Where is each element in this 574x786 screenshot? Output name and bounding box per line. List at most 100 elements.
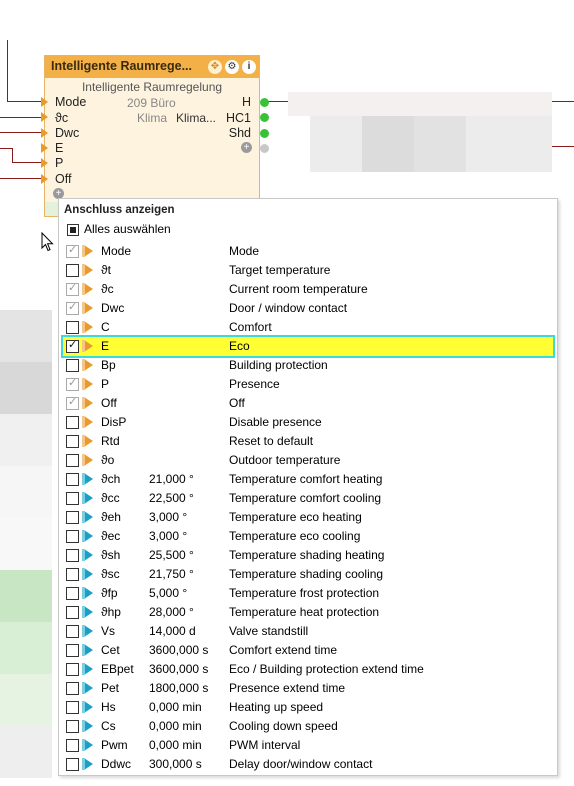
row-description: Current room temperature bbox=[229, 282, 368, 296]
info-icon[interactable]: i bbox=[242, 60, 256, 74]
move-icon[interactable]: ✥ bbox=[208, 60, 222, 74]
row-checkbox[interactable] bbox=[66, 701, 79, 714]
connection-row[interactable]: Bp Building protection bbox=[63, 356, 553, 375]
row-abbreviation: ϑo bbox=[101, 453, 115, 467]
parameter-type-icon bbox=[82, 720, 93, 732]
connection-row[interactable]: ϑsh 25,500 ° Temperature shading heating bbox=[63, 546, 553, 565]
connection-row[interactable]: ✓ Dwc Door / window contact bbox=[63, 299, 553, 318]
checkmark-icon: ✓ bbox=[68, 282, 78, 294]
row-abbreviation: EBpet bbox=[101, 662, 134, 676]
row-checkbox[interactable]: ✓ bbox=[66, 377, 79, 391]
input-pin-temp[interactable] bbox=[41, 112, 48, 122]
add-output-icon[interactable]: + bbox=[241, 142, 252, 153]
row-checkbox[interactable]: ✓ bbox=[66, 396, 79, 410]
logic-node-block[interactable]: Intelligente Raumrege... ✥ ⚙ i Intellige… bbox=[41, 55, 269, 217]
row-checkbox[interactable] bbox=[66, 321, 79, 334]
connection-row[interactable]: C Comfort bbox=[63, 318, 553, 337]
input-pin-p[interactable] bbox=[41, 158, 48, 168]
output-pin-h[interactable] bbox=[260, 98, 269, 107]
row-checkbox[interactable] bbox=[66, 568, 79, 581]
connection-row[interactable]: ϑfp 5,000 ° Temperature frost protection bbox=[63, 584, 553, 603]
row-checkbox[interactable] bbox=[66, 644, 79, 657]
parameter-type-icon bbox=[82, 701, 93, 713]
wire-e-h bbox=[0, 148, 13, 149]
connection-row[interactable]: ϑeh 3,000 ° Temperature eco heating bbox=[63, 508, 553, 527]
row-checkbox[interactable] bbox=[66, 435, 79, 448]
row-checkbox[interactable] bbox=[66, 264, 79, 277]
output-pin-hc1[interactable] bbox=[260, 113, 269, 122]
connection-row[interactable]: ✓ P Presence bbox=[63, 375, 553, 394]
connection-row[interactable]: EBpet 3600,000 s Eco / Building protection… bbox=[63, 660, 553, 679]
background-block bbox=[0, 518, 52, 570]
row-checkbox[interactable]: ✓ bbox=[66, 282, 79, 296]
input-pin-dwc[interactable] bbox=[41, 128, 48, 138]
output-pin-empty[interactable] bbox=[260, 144, 269, 153]
mouse-cursor-icon bbox=[41, 232, 54, 252]
row-value: 300,000 s bbox=[149, 757, 202, 771]
connection-row[interactable]: DisP Disable presence bbox=[63, 413, 553, 432]
connection-row[interactable]: Cet 3600,000 s Comfort extend time bbox=[63, 641, 553, 660]
row-checkbox[interactable] bbox=[66, 739, 79, 752]
row-checkbox[interactable] bbox=[66, 473, 79, 486]
row-description: Comfort extend time bbox=[229, 643, 338, 657]
parameter-type-icon bbox=[82, 739, 93, 751]
connection-row[interactable]: Hs 0,000 min Heating up speed bbox=[63, 698, 553, 717]
connection-row[interactable]: Vs 14,000 d Valve standstill bbox=[63, 622, 553, 641]
connection-row[interactable]: ✓ E Eco bbox=[61, 335, 555, 358]
connection-row[interactable]: Pwm 0,000 min PWM interval bbox=[63, 736, 553, 755]
gear-icon[interactable]: ⚙ bbox=[225, 60, 239, 74]
row-checkbox[interactable] bbox=[66, 625, 79, 638]
row-checkbox[interactable] bbox=[66, 416, 79, 429]
connection-row[interactable]: ϑo Outdoor temperature bbox=[63, 451, 553, 470]
row-checkbox[interactable] bbox=[66, 511, 79, 524]
input-pin-off[interactable] bbox=[41, 174, 48, 184]
row-checkbox[interactable] bbox=[66, 606, 79, 619]
row-checkbox[interactable]: ✓ bbox=[66, 301, 79, 315]
row-checkbox[interactable]: ✓ bbox=[66, 339, 79, 353]
row-checkbox[interactable] bbox=[66, 720, 79, 733]
checkmark-icon: ✓ bbox=[68, 301, 78, 313]
row-description: Presence bbox=[229, 377, 280, 391]
node-header[interactable]: Intelligente Raumrege... ✥ ⚙ i bbox=[45, 56, 259, 78]
row-checkbox[interactable] bbox=[66, 454, 79, 467]
connection-row[interactable]: ϑhp 28,000 ° Temperature heat protection bbox=[63, 603, 553, 622]
input-pin-mode[interactable] bbox=[41, 97, 48, 107]
row-checkbox[interactable] bbox=[66, 492, 79, 505]
connection-row[interactable]: ϑec 3,000 ° Temperature eco cooling bbox=[63, 527, 553, 546]
row-checkbox[interactable] bbox=[66, 663, 79, 676]
input-type-icon bbox=[82, 340, 93, 352]
output-pin-shd[interactable] bbox=[260, 129, 269, 138]
connection-row[interactable]: Cs 0,000 min Cooling down speed bbox=[63, 717, 553, 736]
row-checkbox[interactable] bbox=[66, 758, 79, 771]
connection-row[interactable]: ϑt Target temperature bbox=[63, 261, 553, 280]
node-subtitle: Intelligente Raumregelung bbox=[81, 80, 223, 94]
connection-row[interactable]: ϑsc 21,750 ° Temperature shading cooling bbox=[63, 565, 553, 584]
select-all-label: Alles auswählen bbox=[84, 222, 171, 236]
row-abbreviation: P bbox=[101, 377, 110, 391]
connection-row[interactable]: ✓ ϑc Current room temperature bbox=[63, 280, 553, 299]
connection-row[interactable]: ✓ Off Off bbox=[63, 394, 553, 413]
row-checkbox[interactable] bbox=[66, 549, 79, 562]
connection-row[interactable]: ϑcc 22,500 ° Temperature comfort cooling bbox=[63, 489, 553, 508]
input-type-icon bbox=[82, 302, 93, 314]
connection-row[interactable]: Rtd Reset to default bbox=[63, 432, 553, 451]
connection-row[interactable]: Ddwc 300,000 s Delay door/window contact bbox=[63, 755, 553, 774]
input-pin-e[interactable] bbox=[41, 143, 48, 153]
row-abbreviation: Cet bbox=[101, 643, 120, 657]
connection-row[interactable]: ✓ Mode Mode bbox=[63, 242, 553, 261]
select-all-checkbox[interactable] bbox=[67, 224, 79, 236]
row-description: Presence extend time bbox=[229, 681, 346, 695]
row-abbreviation: Mode bbox=[101, 244, 132, 258]
row-checkbox[interactable] bbox=[66, 359, 79, 372]
node-input-value-secondary: Klima... bbox=[176, 111, 217, 125]
row-checkbox[interactable] bbox=[66, 682, 79, 695]
row-value: 14,000 d bbox=[149, 624, 196, 638]
row-checkbox[interactable]: ✓ bbox=[66, 244, 79, 258]
row-checkbox[interactable] bbox=[66, 587, 79, 600]
row-checkbox[interactable] bbox=[66, 530, 79, 543]
connection-row[interactable]: ϑch 21,000 ° Temperature comfort heating bbox=[63, 470, 553, 489]
connection-row[interactable]: Pet 1800,000 s Presence extend time bbox=[63, 679, 553, 698]
row-abbreviation: Vs bbox=[101, 624, 116, 638]
row-description: Reset to default bbox=[229, 434, 314, 448]
row-abbreviation: ϑsc bbox=[101, 567, 120, 581]
